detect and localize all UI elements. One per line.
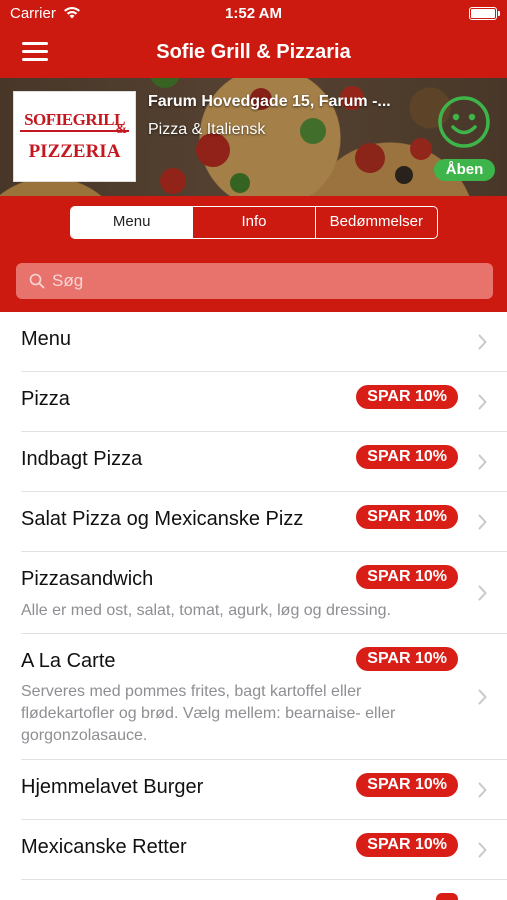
list-item[interactable]: A La Carte SPAR 10% Serveres med pommes … [21,634,507,760]
category-name: Indbagt Pizza [21,448,143,470]
search-input[interactable] [52,263,482,299]
category-description: Alle er med ost, salat, tomat, agurk, lø… [21,602,391,619]
discount-badge: SPAR 10% [356,445,458,469]
search-bar [16,263,493,299]
discount-badge: SPAR 10% [356,505,458,529]
restaurant-category: Pizza & Italiensk [148,121,266,138]
battery-icon [469,7,500,20]
category-description: Serveres med pommes frites, bagt kartoff… [21,683,396,744]
discount-badge: SPAR 10% [356,565,458,589]
navigation-bar: Sofie Grill & Pizzaria [0,28,507,78]
search-icon [29,273,45,289]
restaurant-header: SOFIEGRILL & PIZZERIA Farum Hovedgade 15… [0,78,507,196]
list-item-partial[interactable] [21,880,507,900]
list-item[interactable]: Hjemmelavet Burger SPAR 10% [21,760,507,820]
discount-badge: SPAR 10% [356,773,458,797]
list-item[interactable]: Mexicanske Retter SPAR 10% [21,820,507,880]
controls-area: Menu Info Bedømmelser [0,196,507,312]
category-name: Menu [21,328,72,350]
list-item[interactable]: Menu [21,312,507,372]
list-item[interactable]: Pizzasandwich SPAR 10% Alle er med ost, … [21,552,507,634]
list-item[interactable]: Indbagt Pizza SPAR 10% [21,432,507,492]
chevron-right-icon [478,514,487,530]
list-item[interactable]: Salat Pizza og Mexicanske Pizz SPAR 10% [21,492,507,552]
smiley-face-icon [438,96,490,148]
category-name: Mexicanske Retter [21,836,187,858]
category-name: Hjemmelavet Burger [21,776,204,798]
discount-badge: SPAR 10% [356,647,458,671]
tab-menu[interactable]: Menu [71,207,194,238]
status-bar: Carrier 1:52 AM [0,0,507,28]
chevron-right-icon [478,585,487,601]
menu-category-list: Menu Pizza SPAR 10% Indbagt Pizza SPAR 1… [0,312,507,900]
discount-badge: SPAR 10% [356,385,458,409]
tab-info[interactable]: Info [193,207,316,238]
restaurant-logo: SOFIEGRILL & PIZZERIA [13,91,136,182]
category-name: A La Carte [21,650,116,672]
discount-badge: SPAR 10% [356,833,458,857]
chevron-right-icon [478,782,487,798]
open-status-badge: Åben [434,159,495,181]
category-name: Salat Pizza og Mexicanske Pizz [21,508,304,530]
chevron-right-icon [478,842,487,858]
status-time: 1:52 AM [225,5,282,22]
list-item[interactable]: Pizza SPAR 10% [21,372,507,432]
segmented-tabs: Menu Info Bedømmelser [70,206,438,239]
chevron-right-icon [478,454,487,470]
category-name: Pizzasandwich [21,568,154,590]
chevron-right-icon [478,689,487,705]
discount-badge-partial [436,893,458,900]
chevron-right-icon [478,394,487,410]
category-name: Pizza [21,388,70,410]
chevron-right-icon [478,334,487,350]
page-title: Sofie Grill & Pizzaria [156,41,351,63]
tab-reviews[interactable]: Bedømmelser [316,207,437,238]
restaurant-address: Farum Hovedgade 15, Farum -... [148,93,391,110]
